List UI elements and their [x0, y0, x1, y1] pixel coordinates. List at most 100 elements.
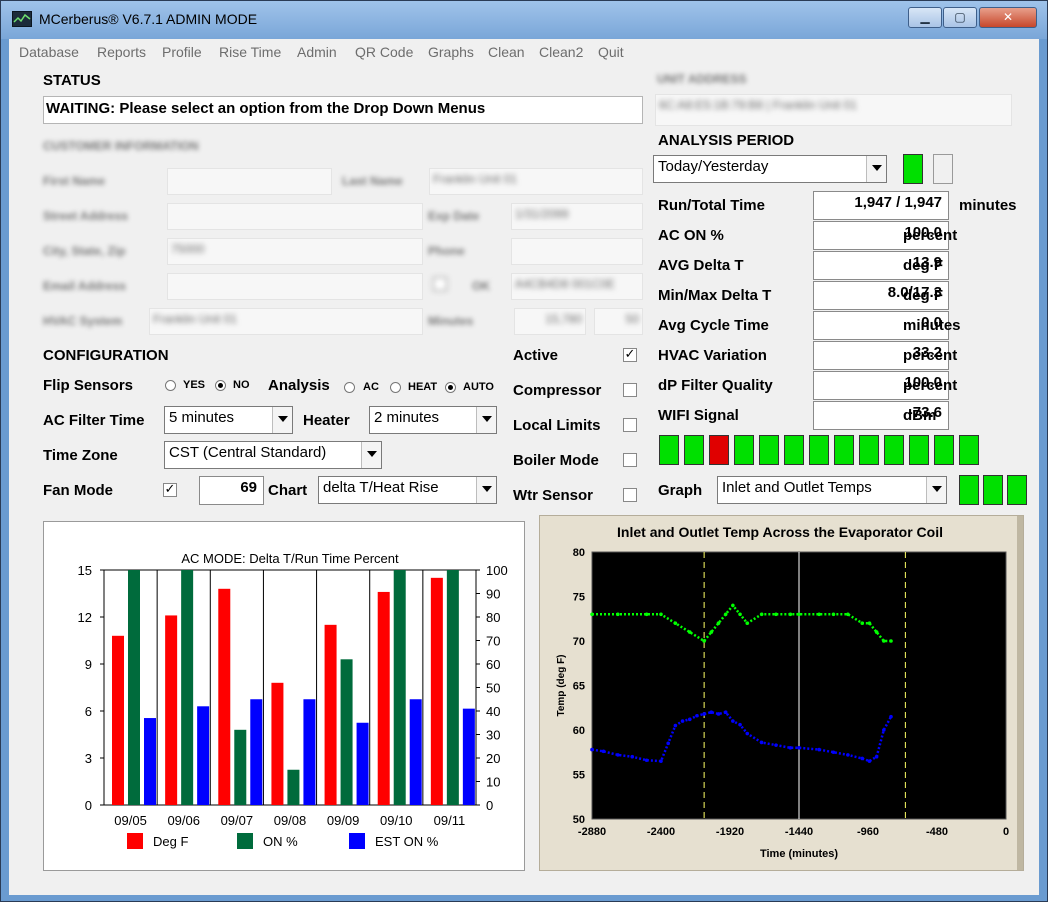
analysis-heat-radio[interactable] — [390, 382, 401, 393]
bar-deg-f — [377, 591, 390, 805]
bar-on- — [446, 570, 459, 805]
exp-date-field[interactable]: 1/31/2099 — [511, 203, 643, 230]
bar-est-on- — [303, 699, 316, 805]
bar-est-on- — [197, 706, 210, 805]
x-tick-label: -960 — [857, 826, 879, 838]
minutes-value-2: 50 — [625, 312, 639, 326]
analysis-period-select[interactable]: Today/Yesterday — [653, 155, 887, 183]
menu-rise-time[interactable]: Rise Time — [219, 44, 281, 60]
chevron-down-icon — [476, 407, 496, 433]
menu-clean2[interactable]: Clean2 — [539, 44, 583, 60]
local-limits-checkbox[interactable] — [623, 418, 637, 432]
analysis-row-unit: percent — [903, 227, 958, 244]
menu-quit[interactable]: Quit — [598, 44, 624, 60]
unit-address-label: UNIT ADDRESS — [657, 72, 747, 86]
x-tick-label: -2880 — [578, 826, 606, 838]
flip-no-radio[interactable] — [215, 380, 226, 391]
bar-est-on- — [409, 699, 422, 805]
active-label: Active — [513, 347, 559, 364]
boiler-mode-checkbox[interactable] — [623, 453, 637, 467]
flip-sensors-label: Flip Sensors — [43, 377, 134, 394]
analysis-row-label: Min/Max Delta T — [658, 287, 772, 304]
first-name-field[interactable] — [167, 168, 332, 195]
analysis-row-value: 1,947 / 1,947 — [813, 191, 949, 220]
street-label: Street Address — [43, 209, 128, 223]
legend-swatch — [349, 833, 365, 849]
analysis-period-heading: ANALYSIS PERIOD — [658, 132, 795, 149]
analysis-row-label: AVG Delta T — [658, 257, 744, 274]
bar-deg-f — [165, 615, 178, 805]
city-value: 75000 — [171, 242, 205, 256]
time-zone-select[interactable]: CST (Central Standard) — [164, 441, 382, 469]
compressor-checkbox[interactable] — [623, 383, 637, 397]
last-name-field[interactable]: Franklin Unit 01 — [429, 168, 643, 195]
maximize-button[interactable]: ▢ — [943, 7, 977, 28]
ac-filter-value: 5 minutes — [169, 409, 235, 426]
app-icon — [12, 11, 32, 27]
email-field[interactable] — [167, 273, 423, 300]
menu-admin[interactable]: Admin — [297, 44, 337, 60]
analysis-row-label: Avg Cycle Time — [658, 317, 769, 334]
ok-field[interactable]: A4CB4D8 001C0E — [511, 273, 643, 300]
fan-value-field[interactable]: 69 — [199, 476, 264, 505]
minutes-field-1[interactable]: 15,780 — [514, 308, 586, 335]
chart-select[interactable]: delta T/Heat Rise — [318, 476, 497, 504]
x-tick-label: 09/09 — [327, 813, 360, 828]
status-indicator — [784, 435, 804, 465]
ok-checkbox[interactable] — [433, 277, 447, 291]
menu-database[interactable]: Database — [19, 44, 79, 60]
flip-yes-radio[interactable] — [165, 380, 176, 391]
phone-field[interactable] — [511, 238, 643, 265]
wtr-sensor-checkbox[interactable] — [623, 488, 637, 502]
close-button[interactable]: ✕ — [979, 7, 1037, 28]
graph-indicator — [959, 475, 979, 505]
fan-mode-checkbox[interactable]: ✓ — [163, 483, 177, 497]
y-tick-label-right: 0 — [486, 798, 493, 813]
analysis-row-unit: minutes — [903, 317, 961, 334]
y-tick-label: 75 — [573, 592, 585, 604]
y-tick-label-right: 30 — [486, 728, 500, 743]
x-tick-label: -1920 — [716, 826, 744, 838]
title-bar[interactable]: MCerberus® V6.7.1 ADMIN MODE ▁ ▢ ✕ — [1, 1, 1047, 39]
unit-address-value: 6C:A8:E5:1B:79:B8 | Franklin Unit 01 — [659, 98, 857, 112]
menu-profile[interactable]: Profile — [162, 44, 202, 60]
menu-qr-code[interactable]: QR Code — [355, 44, 413, 60]
y-tick-label: 60 — [573, 725, 585, 737]
legend-label: Deg F — [153, 834, 188, 849]
heater-value: 2 minutes — [374, 409, 440, 426]
menu-reports[interactable]: Reports — [97, 44, 146, 60]
ac-filter-select[interactable]: 5 minutes — [164, 406, 293, 434]
status-indicator — [809, 435, 829, 465]
city-field[interactable]: 75000 — [167, 238, 423, 265]
status-indicator — [934, 435, 954, 465]
x-tick-label: 09/06 — [167, 813, 200, 828]
chevron-down-icon — [272, 407, 292, 433]
hvac-field[interactable]: Franklin Unit 01 — [149, 308, 423, 335]
menu-graphs[interactable]: Graphs — [428, 44, 474, 60]
x-tick-label: -480 — [926, 826, 948, 838]
menu-clean[interactable]: Clean — [488, 44, 525, 60]
street-field[interactable] — [167, 203, 423, 230]
graph-select[interactable]: Inlet and Outlet Temps — [717, 476, 947, 504]
y-tick-label-left: 6 — [85, 704, 92, 719]
analysis-row-unit: deg F — [903, 257, 943, 274]
chart-label: Chart — [268, 482, 308, 499]
active-checkbox[interactable]: ✓ — [623, 348, 637, 362]
analysis-row-unit: minutes — [959, 197, 1017, 214]
status-indicator — [759, 435, 779, 465]
heater-label: Heater — [303, 412, 350, 429]
y-tick-label: 80 — [573, 547, 585, 559]
analysis-auto-radio[interactable] — [445, 382, 456, 393]
heater-select[interactable]: 2 minutes — [369, 406, 497, 434]
flip-yes-label: YES — [183, 379, 206, 391]
menu-bar: Database Reports Profile Rise Time Admin… — [9, 39, 1039, 66]
unit-address-select[interactable]: 6C:A8:E5:1B:79:B8 | Franklin Unit 01 — [655, 94, 1012, 126]
analysis-ac-radio[interactable] — [344, 382, 355, 393]
minutes-field-2[interactable]: 50 — [594, 308, 643, 335]
minimize-button[interactable]: ▁ — [908, 7, 942, 28]
x-tick-label: 0 — [1003, 826, 1009, 838]
exp-date-label: Exp Date — [428, 209, 480, 223]
status-indicator — [909, 435, 929, 465]
time-zone-value: CST (Central Standard) — [169, 444, 327, 461]
bar-on- — [128, 570, 140, 805]
